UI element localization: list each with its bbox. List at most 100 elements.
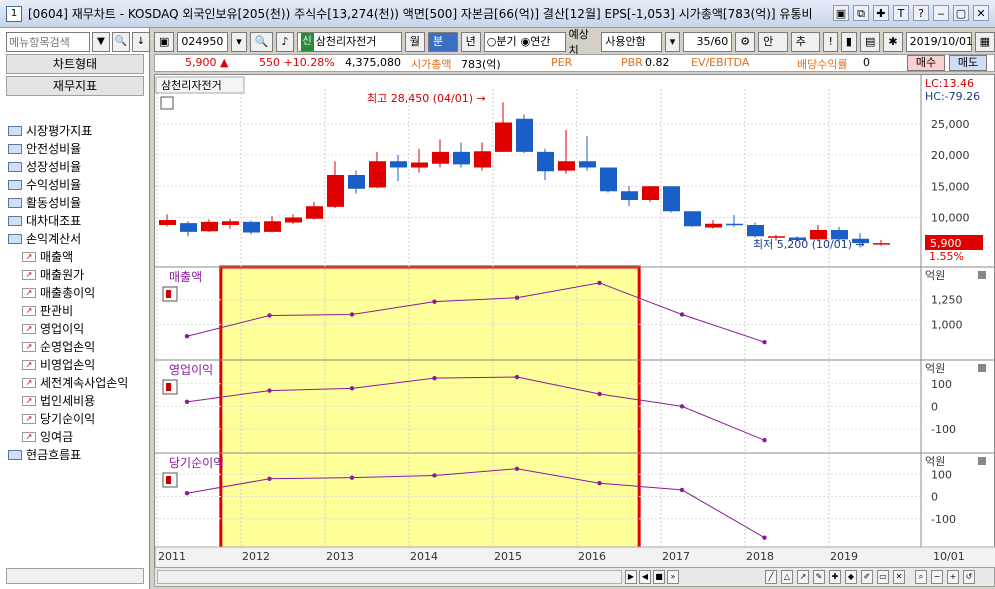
chart-canvas[interactable]: 2011 2012 2013 2014 2015 2016 2017 2018 2019 10/0… xyxy=(155,75,995,568)
tree-item[interactable]: 대차대조표 xyxy=(8,212,148,230)
tree-item[interactable]: ↗ 법인세비용 xyxy=(8,392,148,410)
code-dropdown-icon[interactable]: ▾ xyxy=(231,32,247,52)
save-icon[interactable]: ▤ xyxy=(859,32,881,52)
tree-item[interactable]: ↗ 비영업손익 xyxy=(8,356,148,374)
candle-body xyxy=(537,151,554,172)
stock-code-input[interactable]: 024950 xyxy=(177,32,229,52)
tree-item[interactable]: 수익성비율 xyxy=(8,176,148,194)
tree-item[interactable]: ↗ 세전계속사업손익 xyxy=(8,374,148,392)
maximize-icon[interactable]: ▢ xyxy=(953,5,969,21)
font-icon[interactable]: T xyxy=(893,5,909,21)
tree-item[interactable]: 시장평가지표 xyxy=(8,122,148,140)
settings-icon[interactable]: ⚙ xyxy=(735,32,756,52)
chart-scrollbar[interactable] xyxy=(157,570,622,584)
radio-annual[interactable]: ◉연간 xyxy=(521,33,551,51)
reset-zoom-icon[interactable]: ↺ xyxy=(963,570,975,584)
menu-tree: 시장평가지표안전성비율성장성비율 수익성비율활동성비율대차대조표 손익계산서 ↗ 매출액… xyxy=(8,122,148,464)
candle-body xyxy=(747,225,764,237)
close-icon[interactable]: ✕ xyxy=(973,5,989,21)
tree-item[interactable]: 손익계산서 xyxy=(8,230,148,248)
pin-icon[interactable]: ✚ xyxy=(873,5,889,21)
tree-item[interactable]: ↗ 매출액 xyxy=(8,248,148,266)
tree-item[interactable]: ↗ 판관비 xyxy=(8,302,148,320)
tree-item-label: 순영업손익 xyxy=(40,340,96,354)
low-annotation: 최저 5,200 (10/01) → xyxy=(753,238,865,251)
period-quarter-button[interactable]: 분기 xyxy=(427,32,458,66)
panel-tick-label: -100 xyxy=(931,513,956,526)
tree-item-label: 법인세비용 xyxy=(40,394,96,408)
line-tool-icon[interactable]: ╱ xyxy=(765,570,777,584)
chart-type-button[interactable]: 차트형태 xyxy=(6,54,144,74)
indicator-icon[interactable]: ▮ xyxy=(840,32,857,52)
menu-search-input[interactable] xyxy=(6,32,90,52)
financial-chart[interactable]: 2011 2012 2013 2014 2015 2016 2017 2018 2019 10/0… xyxy=(154,74,995,568)
play-icon[interactable]: ▶ xyxy=(625,570,637,584)
zoom-icon[interactable]: ⌕ xyxy=(915,570,927,584)
tree-item[interactable]: ↗ 영업이익 xyxy=(8,320,148,338)
pen-tool-icon[interactable]: ✐ xyxy=(861,570,873,584)
step-back-icon[interactable]: ◀ xyxy=(639,570,651,584)
candle-body xyxy=(495,122,512,152)
tree-item[interactable]: ↗ 매출원가 xyxy=(8,266,148,284)
tree-item[interactable]: 안전성비율 xyxy=(8,140,148,158)
window-icon[interactable]: ⧉ xyxy=(853,5,869,21)
text-tool-icon[interactable]: ✎ xyxy=(813,570,825,584)
speaker-icon[interactable]: ♪ xyxy=(276,32,294,52)
period-year-button[interactable]: 년 xyxy=(460,32,481,52)
tree-item-label: 당기순이익 xyxy=(40,412,96,426)
zoom-in-icon[interactable]: + xyxy=(947,570,959,584)
shape-tool-icon[interactable]: △ xyxy=(781,570,793,584)
trend-button[interactable]: 추이 xyxy=(790,32,821,66)
candle-body xyxy=(201,221,218,232)
eraser-tool-icon[interactable]: ✕ xyxy=(893,570,905,584)
fast-forward-icon[interactable]: » xyxy=(667,570,679,584)
line-chart-icon: ↗ xyxy=(22,288,36,298)
box-tool-icon[interactable]: ▭ xyxy=(877,570,889,584)
gear-icon[interactable]: ✱ xyxy=(883,32,903,52)
dropdown-icon[interactable]: ▼ xyxy=(92,32,110,52)
period-month-button[interactable]: 월 xyxy=(404,32,425,52)
screen-icon[interactable]: ▣ xyxy=(154,32,175,52)
candle-body xyxy=(285,217,302,223)
help-icon[interactable]: ? xyxy=(913,5,929,21)
forecast-dropdown-icon[interactable]: ▾ xyxy=(664,32,681,52)
calendar-icon[interactable]: ▦ xyxy=(974,32,995,52)
count-field[interactable]: 35/60 xyxy=(683,32,733,52)
tree-item[interactable]: 활동성비율 xyxy=(8,194,148,212)
sell-button[interactable]: 매도 xyxy=(949,55,987,71)
alert-button[interactable]: ! xyxy=(823,32,838,52)
search-icon[interactable]: 🔍 xyxy=(249,32,274,52)
series-point xyxy=(184,399,190,405)
forecast-select[interactable]: 사용안함 xyxy=(601,32,662,52)
tree-item[interactable]: ↗ 당기순이익 xyxy=(8,410,148,428)
tree-item[interactable]: 성장성비율 xyxy=(8,158,148,176)
tree-item[interactable]: ↗ 순영업손익 xyxy=(8,338,148,356)
radio-quarter[interactable]: ○분기 xyxy=(487,33,517,51)
arrow-tool-icon[interactable]: ↗ xyxy=(797,570,809,584)
link-icon[interactable]: ▣ xyxy=(833,5,849,21)
tree-item-label: 안전성비율 xyxy=(26,142,82,156)
stock-name-field[interactable]: 신 삼천리자전거 xyxy=(296,32,402,52)
guide-button[interactable]: 안내 xyxy=(758,32,788,66)
panel-tick-label: 0 xyxy=(931,400,938,413)
minimize-icon[interactable]: ‒ xyxy=(933,5,949,21)
left-scrollbar[interactable] xyxy=(6,568,144,584)
financial-index-button[interactable]: 재무지표 xyxy=(6,76,144,96)
tree-item[interactable]: ↗ 매출총이익 xyxy=(8,284,148,302)
arrow-down-icon[interactable]: ↓ xyxy=(132,32,150,52)
search-icon[interactable]: 🔍 xyxy=(112,32,130,52)
cross-tool-icon[interactable]: ✚ xyxy=(829,570,841,584)
series-point xyxy=(432,375,437,381)
date-field[interactable]: 2019/10/01 xyxy=(905,32,973,52)
stop-icon[interactable]: ■ xyxy=(653,570,665,584)
buy-button[interactable]: 매수 xyxy=(907,55,945,71)
magnet-tool-icon[interactable]: ◆ xyxy=(845,570,857,584)
candle-body xyxy=(705,223,722,228)
tree-item[interactable]: 현금흐름표 xyxy=(8,446,148,464)
line-chart-icon: ↗ xyxy=(22,324,36,334)
tree-item-label: 활동성비율 xyxy=(26,196,82,210)
series-point xyxy=(597,280,602,286)
zoom-out-icon[interactable]: − xyxy=(931,570,943,584)
quarter-annual-radio[interactable]: ○분기 ◉연간 xyxy=(483,32,566,52)
tree-item[interactable]: ↗ 잉여금 xyxy=(8,428,148,446)
